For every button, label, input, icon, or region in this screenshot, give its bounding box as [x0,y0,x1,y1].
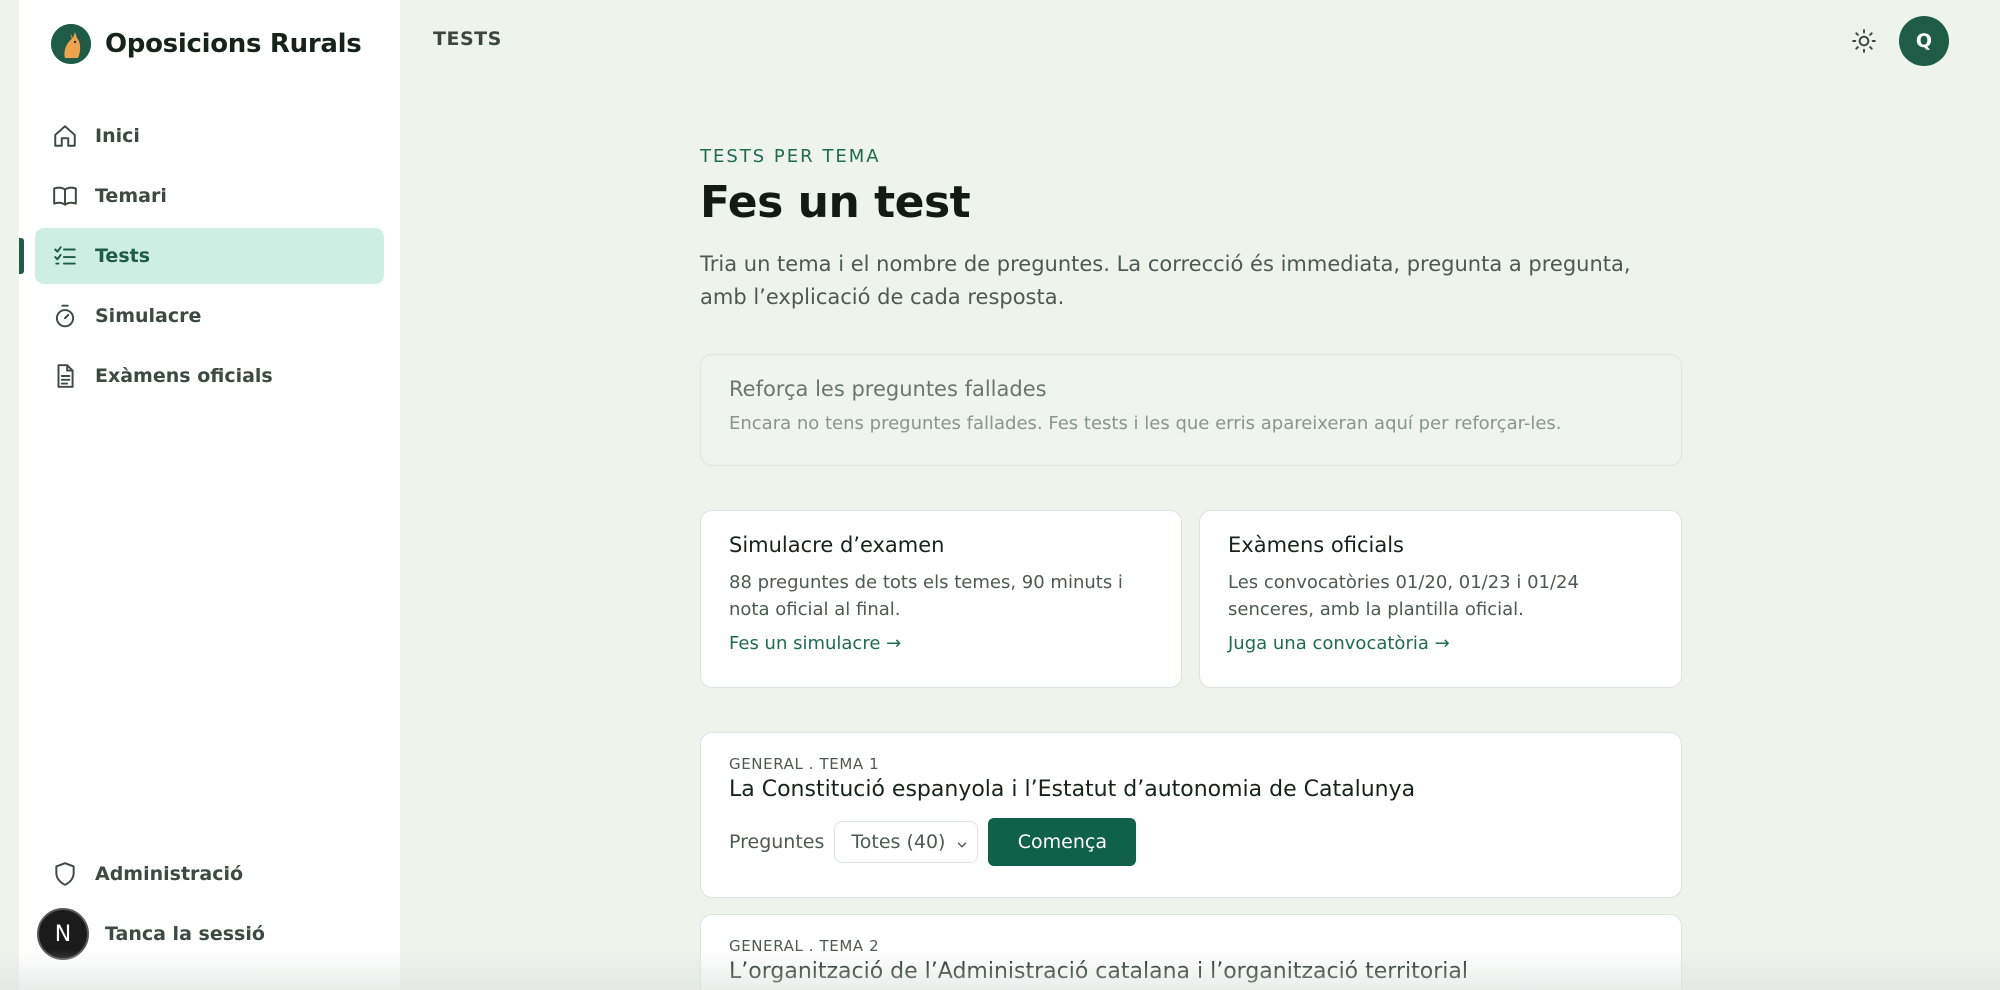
brand[interactable]: Oposicions Rurals [51,24,362,64]
sidebar-item-label: Simulacre [95,305,202,327]
logout-button[interactable]: N Tanca la sessió [35,906,384,962]
sidebar-item-label: Tests [95,245,151,267]
sidebar-item-inici[interactable]: Inici [35,108,384,164]
user-avatar[interactable]: Q [1899,16,1949,66]
start-test-button[interactable]: Comença [988,818,1137,866]
topic-card: GENERAL . TEMA 2 L’organització de l’Adm… [700,914,1682,990]
reinforce-title: Reforça les preguntes fallades [729,377,1047,401]
sidebar-item-tests[interactable]: Tests [19,228,384,284]
window-edge [0,0,19,990]
app-name: Oposicions Rurals [105,29,362,59]
select-value: Totes (40) [851,831,946,853]
home-icon [51,122,79,150]
avatar: N [37,908,89,960]
topic-title: L’organització de l’Administració catala… [729,959,1468,984]
chevron-down-icon [955,835,969,857]
document-icon [51,362,79,390]
topic-title: La Constitució espanyola i l’Estatut d’a… [729,777,1416,802]
question-count-select[interactable]: Totes (40) [834,821,979,863]
questions-label: Preguntes [729,831,825,853]
topic-card: GENERAL . TEMA 1 La Constitució espanyol… [700,732,1682,898]
card-title: Simulacre d’examen [729,533,945,557]
page-intro: Tria un tema i el nombre de preguntes. L… [700,252,1631,309]
sidebar-bottom: Administració N Tanca la sessió [35,846,384,966]
topic-controls: Preguntes Totes (40) Comença [729,818,1653,866]
sidebar-item-label: Exàmens oficials [95,365,273,387]
timer-icon [51,302,79,330]
examens-oficials-card: Exàmens oficials Les convocatòries 01/20… [1199,510,1682,688]
sun-icon [1852,29,1876,53]
reinforce-panel: Reforça les preguntes fallades Encara no… [700,354,1682,466]
sidebar-nav: Inici Temari Tests Simulacre Exàmens ofi… [19,108,384,408]
reinforce-description: Encara no tens preguntes fallades. Fes t… [729,413,1562,434]
page-title: Fes un test [700,177,971,228]
card-title: Exàmens oficials [1228,533,1404,557]
main-content: TESTS PER TEMA Fes un test Tria un tema … [700,146,1682,990]
logout-label: Tanca la sessió [105,923,265,945]
sidebar-item-label: Administració [95,863,244,885]
checklist-icon [51,242,79,270]
start-simulacre-link[interactable]: Fes un simulacre → [729,633,901,654]
logo-icon [51,24,91,64]
shield-icon [51,860,79,888]
topic-meta: GENERAL . TEMA 1 [729,755,880,773]
topic-meta: GENERAL . TEMA 2 [729,937,880,955]
sidebar-item-label: Temari [95,185,167,207]
sidebar-item-temari[interactable]: Temari [35,168,384,224]
book-icon [51,182,79,210]
play-convocatoria-link[interactable]: Juga una convocatòria → [1228,633,1450,654]
sidebar: Oposicions Rurals Inici Temari Tests Sim… [19,0,400,990]
theme-toggle-button[interactable] [1849,26,1879,56]
sidebar-item-simulacre[interactable]: Simulacre [35,288,384,344]
sidebar-item-examens-oficials[interactable]: Exàmens oficials [35,348,384,404]
sidebar-item-label: Inici [95,125,140,147]
sidebar-item-administracio[interactable]: Administració [35,846,384,902]
card-description: 88 preguntes de tots els temes, 90 minut… [729,572,1123,620]
page-eyebrow: TESTS PER TEMA [700,146,881,167]
page-section-title: TESTS [433,28,502,50]
card-description: Les convocatòries 01/20, 01/23 i 01/24 s… [1228,572,1579,620]
simulacre-card: Simulacre d’examen 88 preguntes de tots … [700,510,1182,688]
